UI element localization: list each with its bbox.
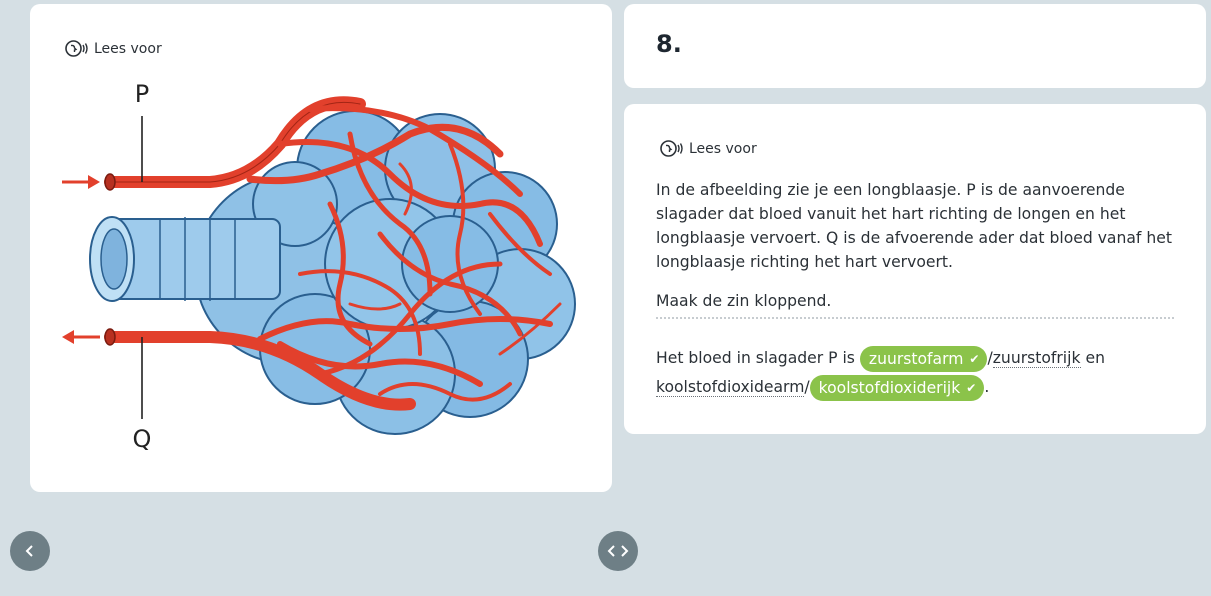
label-p: P xyxy=(135,80,149,108)
sentence-part1: Het bloed in slagader P is xyxy=(656,349,855,367)
alveolus-illustration: P Q xyxy=(62,80,576,453)
arrow-in xyxy=(62,175,100,189)
question-intro: In de afbeelding zie je een longblaasje.… xyxy=(656,181,1172,271)
sentence-part2: en xyxy=(1085,349,1105,367)
bronchiole xyxy=(89,216,281,302)
panel-toggle-button[interactable] xyxy=(598,531,638,571)
option-separator: / xyxy=(804,378,810,396)
question-number: 8. xyxy=(656,30,682,58)
chevron-left-right-icon xyxy=(607,545,629,557)
selected-option-koolstofdioxiderijk[interactable]: koolstofdioxiderijk ✔ xyxy=(809,374,985,401)
answer-sentence: Het bloed in slagader P is zuurstofarm ✔ /… xyxy=(656,344,1181,402)
question-read-aloud-button[interactable]: Lees voor xyxy=(660,140,757,157)
vein-opening xyxy=(104,328,116,346)
arrow-out xyxy=(62,330,100,344)
option-separator: / xyxy=(987,349,993,367)
read-aloud-label: Lees voor xyxy=(689,140,757,157)
option-koolstofdioxidearm[interactable]: koolstofdioxidearm xyxy=(656,378,805,397)
selected-option-label: koolstofdioxiderijk xyxy=(818,378,961,397)
question-number-card: 8. xyxy=(624,4,1206,88)
speaker-icon xyxy=(65,40,88,57)
read-aloud-button[interactable]: Lees voor xyxy=(65,40,162,57)
previous-button[interactable] xyxy=(10,531,50,571)
sentence-end: . xyxy=(984,378,990,396)
selected-option-zuurstofarm[interactable]: zuurstofarm ✔ xyxy=(859,345,988,372)
option-zuurstofrijk[interactable]: zuurstofrijk xyxy=(992,349,1081,368)
label-q: Q xyxy=(133,425,152,453)
illustration-card: Lees voor P Q xyxy=(30,4,612,492)
checkmark-icon: ✔ xyxy=(966,380,977,395)
question-instruction: Maak de zin kloppend. xyxy=(656,292,832,310)
speaker-icon xyxy=(660,140,683,157)
question-card: Lees voor In de afbeelding zie je een lo… xyxy=(624,104,1206,434)
divider xyxy=(656,317,1174,319)
selected-option-label: zuurstofarm xyxy=(868,349,964,368)
chevron-left-icon xyxy=(25,545,33,557)
artery-opening xyxy=(104,173,116,191)
read-aloud-label: Lees voor xyxy=(94,40,162,57)
checkmark-icon: ✔ xyxy=(969,351,980,366)
